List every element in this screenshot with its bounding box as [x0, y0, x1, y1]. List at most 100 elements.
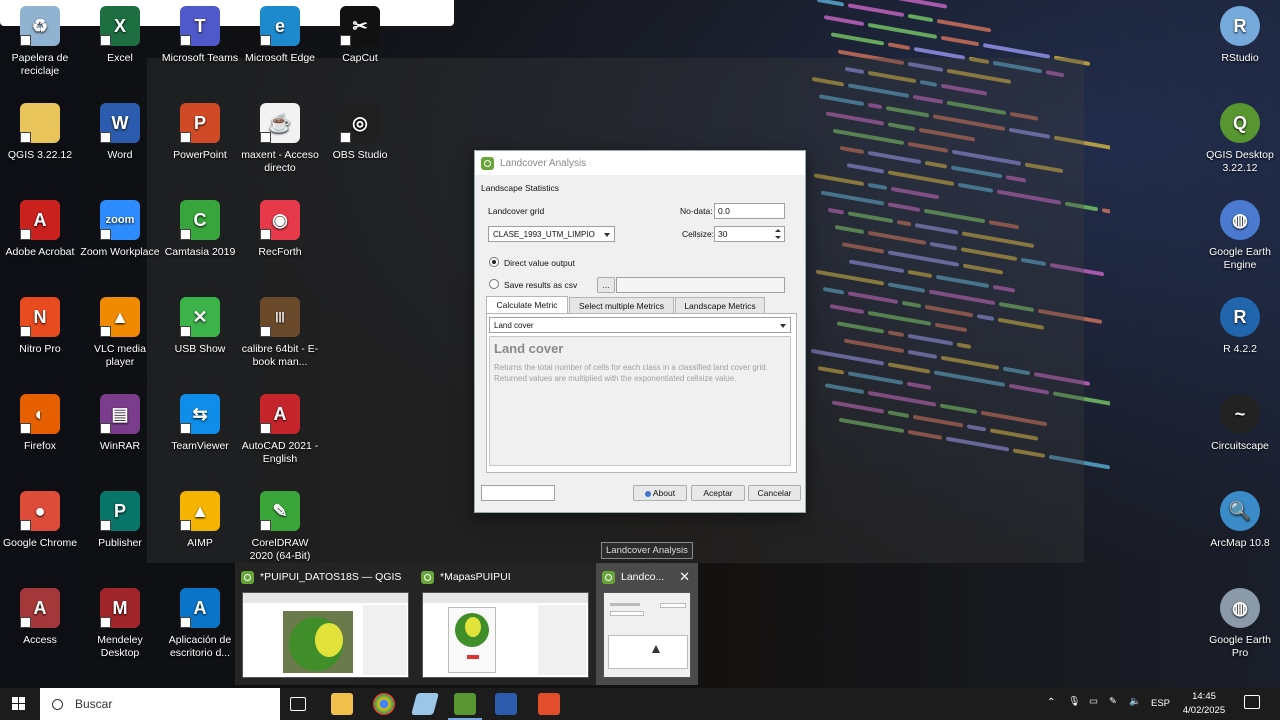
- desktop-icon-label: Publisher: [98, 537, 142, 549]
- desktop-icon[interactable]: R R 4.2.2: [1200, 297, 1280, 356]
- desktop-icon-label: Zoom Workplace: [80, 246, 160, 258]
- metric-select[interactable]: Land cover: [489, 317, 791, 333]
- desktop-icon[interactable]: ✎ CorelDRAW 2020 (64-Bit): [240, 491, 320, 563]
- desktop-icon[interactable]: ◎ OBS Studio: [320, 103, 400, 162]
- file-explorer-icon[interactable]: [331, 693, 353, 715]
- csv-path-input[interactable]: [616, 277, 785, 293]
- close-icon[interactable]: ✕: [679, 570, 690, 584]
- desktop-icon[interactable]: R RStudio: [1200, 6, 1280, 65]
- qgis-icon: [421, 570, 434, 584]
- desktop-icon[interactable]: ♻ Papelera de reciclaje: [0, 6, 80, 78]
- desktop-icon[interactable]: A AutoCAD 2021 - English: [240, 394, 320, 466]
- desktop-icon[interactable]: ✂ CapCut: [320, 6, 400, 65]
- desktop-icon[interactable]: C Camtasia 2019: [160, 200, 240, 259]
- desktop-icon[interactable]: QGIS 3.22.12: [0, 103, 80, 162]
- desktop-icon[interactable]: Q QGIS Desktop 3.22.12: [1200, 103, 1280, 175]
- cancel-button[interactable]: Cancelar: [748, 485, 801, 501]
- desktop-icon[interactable]: T Microsoft Teams: [160, 6, 240, 65]
- desktop-icon[interactable]: 🔍 ArcMap 10.8: [1200, 491, 1280, 550]
- desktop-icon[interactable]: ~ Circuitscape: [1200, 394, 1280, 453]
- desktop-icon[interactable]: ◐ Firefox: [0, 394, 80, 453]
- qgis-icon: [602, 570, 615, 584]
- microphone-icon[interactable]: 🎙: [1068, 696, 1080, 707]
- notifications-icon[interactable]: [1244, 695, 1260, 709]
- chrome-icon[interactable]: [373, 693, 395, 715]
- desktop-icon[interactable]: ⇆ TeamViewer: [160, 394, 240, 453]
- desktop-icon-label: Papelera de reciclaje: [11, 52, 69, 77]
- desktop-icon-label: Camtasia 2019: [164, 246, 236, 258]
- tab-select-multiple-metrics[interactable]: Select multiple Metrics: [569, 297, 674, 314]
- desktop-icon[interactable]: ◉ RecForth: [240, 200, 320, 259]
- tab-calculate-metric[interactable]: Calculate Metric: [486, 296, 568, 314]
- desktop-icon[interactable]: P Publisher: [80, 491, 160, 550]
- desktop-icon[interactable]: P PowerPoint: [160, 103, 240, 162]
- qgis-icon[interactable]: [454, 693, 476, 715]
- battery-icon[interactable]: ▭: [1089, 696, 1098, 707]
- about-button[interactable]: About: [633, 485, 687, 501]
- cellsize-input[interactable]: 30: [714, 226, 785, 242]
- language-indicator[interactable]: ESP: [1151, 698, 1170, 709]
- thumbnail-mapas[interactable]: *MapasPUIPUI: [415, 563, 595, 685]
- desktop-icon[interactable]: A Access: [0, 588, 80, 647]
- taskbar-search[interactable]: Buscar: [40, 688, 280, 720]
- capture-icon[interactable]: [538, 693, 560, 715]
- nitro-icon: N: [20, 297, 60, 337]
- desktop-icon-label: Adobe Acrobat: [5, 246, 75, 258]
- desktop-icon[interactable]: ◍ Google Earth Pro: [1200, 588, 1280, 660]
- save-csv-radio[interactable]: [489, 279, 499, 289]
- thumbnail-image: [422, 592, 589, 678]
- desktop-icon-label: CapCut: [342, 52, 378, 64]
- desktop-icon-label: Google Earth Pro: [1209, 634, 1271, 659]
- desktop-icon[interactable]: ☕ maxent - Acceso directo: [240, 103, 320, 175]
- desktop-icon[interactable]: e Microsoft Edge: [240, 6, 320, 65]
- desktop-icon[interactable]: W Word: [80, 103, 160, 162]
- tab-landscape-metrics[interactable]: Landscape Metrics: [675, 297, 765, 314]
- desktop-icon-label: maxent - Acceso directo: [241, 149, 319, 174]
- calculate-metric-pane: Land cover Land cover Returns the total …: [486, 313, 797, 473]
- volume-icon[interactable]: 🔈: [1129, 696, 1141, 707]
- direct-output-radio[interactable]: [489, 257, 499, 267]
- azure-icon: A: [180, 588, 220, 628]
- landcover-grid-select[interactable]: CLASE_1993_UTM_LIMPIO: [488, 226, 615, 242]
- task-view-icon[interactable]: [290, 697, 306, 711]
- desktop-icon[interactable]: ✕ USB Show: [160, 297, 240, 356]
- desktop-icon[interactable]: A Adobe Acrobat: [0, 200, 80, 259]
- nodata-input[interactable]: 0.0: [714, 203, 785, 219]
- shortcut-arrow-icon: [180, 132, 191, 143]
- earth-pro-icon: ◍: [1220, 588, 1260, 628]
- accept-button[interactable]: Aceptar: [691, 485, 745, 501]
- desktop-icon[interactable]: ||| calibre 64bit - E-book man...: [240, 297, 320, 369]
- desktop-icon[interactable]: ▤ WinRAR: [80, 394, 160, 453]
- notes-icon[interactable]: [411, 693, 439, 715]
- word-icon[interactable]: [495, 693, 517, 715]
- clock-date[interactable]: 4/02/2025: [1178, 705, 1230, 716]
- landcover-analysis-dialog: Landcover Analysis Landscape Statistics …: [474, 150, 806, 513]
- desktop-icon[interactable]: M Mendeley Desktop: [80, 588, 160, 660]
- desktop-icon[interactable]: ▲ VLC media player: [80, 297, 160, 369]
- desktop-icon[interactable]: ◍ Google Earth Engine: [1200, 200, 1280, 272]
- windows-start-button[interactable]: [12, 697, 26, 711]
- shortcut-arrow-icon: [100, 617, 111, 628]
- cellsize-label: Cellsize:: [682, 229, 715, 239]
- browse-button[interactable]: ...: [597, 277, 615, 293]
- edge-icon: e: [260, 6, 300, 46]
- chevron-up-icon[interactable]: ⌃: [1047, 697, 1055, 708]
- spinner-arrows-icon[interactable]: [774, 228, 783, 240]
- desktop-icon[interactable]: X Excel: [80, 6, 160, 65]
- clock-time[interactable]: 14:45: [1182, 691, 1226, 702]
- thumbnail-qgis-project[interactable]: *PUIPUI_DATOS18S — QGIS: [235, 563, 415, 685]
- pen-icon[interactable]: ✎: [1109, 696, 1117, 707]
- desktop-icon[interactable]: N Nitro Pro: [0, 297, 80, 356]
- shortcut-arrow-icon: [180, 326, 191, 337]
- desktop-icon-label: R 4.2.2: [1223, 343, 1257, 355]
- desktop-icon[interactable]: zoom Zoom Workplace: [80, 200, 160, 259]
- desktop-icon[interactable]: ▲ AIMP: [160, 491, 240, 550]
- desktop-icon[interactable]: A Aplicación de escritorio d...: [160, 588, 240, 660]
- dialog-titlebar[interactable]: Landcover Analysis: [475, 151, 805, 175]
- desktop-icon-label: RecForth: [258, 246, 302, 258]
- info-icon: [644, 490, 651, 497]
- autocad-icon: A: [260, 394, 300, 434]
- thumbnail-landcover[interactable]: Landco... ✕: [596, 563, 698, 685]
- desktop-icon[interactable]: ● Google Chrome: [0, 491, 80, 550]
- shortcut-arrow-icon: [180, 229, 191, 240]
